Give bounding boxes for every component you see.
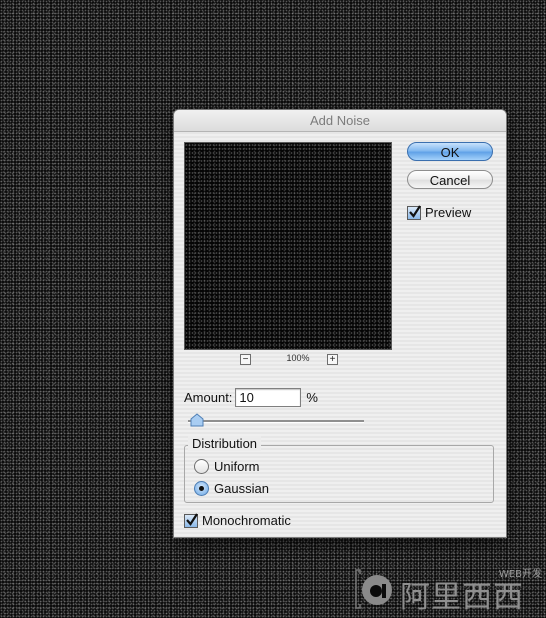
dialog-title: Add Noise — [174, 110, 506, 132]
uniform-label: Uniform — [214, 459, 260, 474]
amount-unit: % — [306, 389, 318, 405]
radio-button-icon[interactable] — [194, 459, 209, 474]
cancel-button[interactable]: Cancel — [407, 170, 493, 189]
slider-thumb-icon[interactable] — [190, 413, 204, 427]
preview-checkbox[interactable]: Preview — [407, 204, 472, 220]
amount-slider-track[interactable] — [188, 420, 364, 423]
zoom-in-button[interactable]: + — [327, 354, 338, 365]
preview-label: Preview — [425, 205, 472, 220]
zoom-level: 100% — [286, 353, 310, 363]
gaussian-label: Gaussian — [214, 481, 269, 496]
add-noise-dialog: Add Noise − 100% + OK Cancel Preview Amo… — [174, 110, 506, 537]
monochromatic-checkbox[interactable]: Monochromatic — [184, 512, 291, 528]
zoom-out-button[interactable]: − — [240, 354, 251, 365]
watermark: WEB开发 阿里西西 — [350, 560, 546, 618]
checkmark-icon[interactable] — [184, 512, 198, 528]
radio-uniform[interactable]: Uniform — [194, 459, 260, 474]
alixixi-logo-icon — [355, 569, 392, 609]
distribution-label: Distribution — [188, 436, 262, 451]
checkmark-icon[interactable] — [407, 204, 421, 220]
monochromatic-label: Monochromatic — [202, 513, 291, 528]
zoom-controls: − 100% + — [184, 353, 392, 367]
radio-gaussian[interactable]: Gaussian — [194, 481, 269, 496]
preview-image[interactable] — [184, 142, 392, 350]
watermark-text: 阿里西西 — [400, 580, 524, 615]
ok-button[interactable]: OK — [407, 142, 493, 161]
radio-dot-icon — [199, 486, 204, 491]
amount-input[interactable]: 10 — [235, 387, 302, 407]
radio-button-selected-icon[interactable] — [194, 481, 209, 496]
amount-label: Amount: — [184, 389, 233, 405]
amount-row: Amount: 10 % — [184, 387, 318, 407]
